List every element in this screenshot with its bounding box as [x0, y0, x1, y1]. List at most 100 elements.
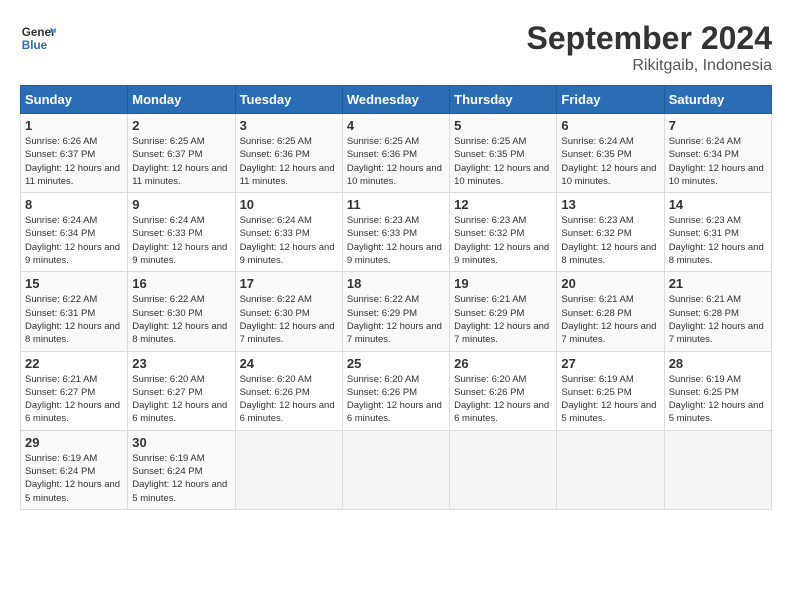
calendar-week-row: 8 Sunrise: 6:24 AM Sunset: 6:34 PM Dayli… — [21, 193, 772, 272]
calendar-day-cell — [342, 430, 449, 509]
day-info: Sunrise: 6:21 AM Sunset: 6:28 PM Dayligh… — [669, 293, 767, 346]
day-info: Sunrise: 6:24 AM Sunset: 6:34 PM Dayligh… — [669, 135, 767, 188]
location-title: Rikitgaib, Indonesia — [527, 57, 772, 75]
day-info: Sunrise: 6:19 AM Sunset: 6:25 PM Dayligh… — [561, 373, 659, 426]
day-number: 7 — [669, 118, 767, 133]
day-number: 15 — [25, 276, 123, 291]
calendar-day-cell: 12 Sunrise: 6:23 AM Sunset: 6:32 PM Dayl… — [450, 193, 557, 272]
day-info: Sunrise: 6:26 AM Sunset: 6:37 PM Dayligh… — [25, 135, 123, 188]
day-number: 24 — [240, 356, 338, 371]
day-info: Sunrise: 6:22 AM Sunset: 6:29 PM Dayligh… — [347, 293, 445, 346]
calendar-day-cell: 6 Sunrise: 6:24 AM Sunset: 6:35 PM Dayli… — [557, 114, 664, 193]
day-info: Sunrise: 6:25 AM Sunset: 6:35 PM Dayligh… — [454, 135, 552, 188]
day-number: 29 — [25, 435, 123, 450]
header-sunday: Sunday — [21, 86, 128, 114]
day-number: 25 — [347, 356, 445, 371]
calendar-week-row: 1 Sunrise: 6:26 AM Sunset: 6:37 PM Dayli… — [21, 114, 772, 193]
day-number: 21 — [669, 276, 767, 291]
day-info: Sunrise: 6:20 AM Sunset: 6:26 PM Dayligh… — [454, 373, 552, 426]
calendar-day-cell: 18 Sunrise: 6:22 AM Sunset: 6:29 PM Dayl… — [342, 272, 449, 351]
day-number: 12 — [454, 197, 552, 212]
calendar-day-cell: 23 Sunrise: 6:20 AM Sunset: 6:27 PM Dayl… — [128, 351, 235, 430]
calendar-day-cell — [450, 430, 557, 509]
day-number: 11 — [347, 197, 445, 212]
day-number: 28 — [669, 356, 767, 371]
calendar-day-cell: 10 Sunrise: 6:24 AM Sunset: 6:33 PM Dayl… — [235, 193, 342, 272]
day-info: Sunrise: 6:19 AM Sunset: 6:24 PM Dayligh… — [25, 452, 123, 505]
day-info: Sunrise: 6:20 AM Sunset: 6:26 PM Dayligh… — [240, 373, 338, 426]
calendar-week-row: 29 Sunrise: 6:19 AM Sunset: 6:24 PM Dayl… — [21, 430, 772, 509]
calendar-day-cell: 15 Sunrise: 6:22 AM Sunset: 6:31 PM Dayl… — [21, 272, 128, 351]
day-number: 30 — [132, 435, 230, 450]
calendar-day-cell — [235, 430, 342, 509]
logo: General Blue — [20, 20, 56, 56]
day-number: 5 — [454, 118, 552, 133]
day-number: 19 — [454, 276, 552, 291]
calendar-day-cell: 14 Sunrise: 6:23 AM Sunset: 6:31 PM Dayl… — [664, 193, 771, 272]
day-info: Sunrise: 6:23 AM Sunset: 6:31 PM Dayligh… — [669, 214, 767, 267]
calendar-day-cell: 1 Sunrise: 6:26 AM Sunset: 6:37 PM Dayli… — [21, 114, 128, 193]
calendar-day-cell: 28 Sunrise: 6:19 AM Sunset: 6:25 PM Dayl… — [664, 351, 771, 430]
calendar-day-cell: 25 Sunrise: 6:20 AM Sunset: 6:26 PM Dayl… — [342, 351, 449, 430]
day-info: Sunrise: 6:23 AM Sunset: 6:33 PM Dayligh… — [347, 214, 445, 267]
day-info: Sunrise: 6:22 AM Sunset: 6:30 PM Dayligh… — [240, 293, 338, 346]
day-number: 16 — [132, 276, 230, 291]
day-info: Sunrise: 6:23 AM Sunset: 6:32 PM Dayligh… — [454, 214, 552, 267]
calendar-day-cell — [557, 430, 664, 509]
day-number: 4 — [347, 118, 445, 133]
day-number: 8 — [25, 197, 123, 212]
day-number: 23 — [132, 356, 230, 371]
day-number: 26 — [454, 356, 552, 371]
header: General Blue September 2024 Rikitgaib, I… — [20, 20, 772, 75]
calendar-day-cell: 21 Sunrise: 6:21 AM Sunset: 6:28 PM Dayl… — [664, 272, 771, 351]
header-tuesday: Tuesday — [235, 86, 342, 114]
day-info: Sunrise: 6:24 AM Sunset: 6:33 PM Dayligh… — [240, 214, 338, 267]
calendar-day-cell: 9 Sunrise: 6:24 AM Sunset: 6:33 PM Dayli… — [128, 193, 235, 272]
header-thursday: Thursday — [450, 86, 557, 114]
calendar-day-cell — [664, 430, 771, 509]
logo-icon: General Blue — [20, 20, 56, 56]
day-info: Sunrise: 6:22 AM Sunset: 6:30 PM Dayligh… — [132, 293, 230, 346]
header-wednesday: Wednesday — [342, 86, 449, 114]
day-info: Sunrise: 6:20 AM Sunset: 6:27 PM Dayligh… — [132, 373, 230, 426]
day-info: Sunrise: 6:22 AM Sunset: 6:31 PM Dayligh… — [25, 293, 123, 346]
calendar-day-cell: 24 Sunrise: 6:20 AM Sunset: 6:26 PM Dayl… — [235, 351, 342, 430]
day-number: 20 — [561, 276, 659, 291]
day-info: Sunrise: 6:19 AM Sunset: 6:25 PM Dayligh… — [669, 373, 767, 426]
weekday-header-row: Sunday Monday Tuesday Wednesday Thursday… — [21, 86, 772, 114]
calendar-day-cell: 7 Sunrise: 6:24 AM Sunset: 6:34 PM Dayli… — [664, 114, 771, 193]
day-number: 18 — [347, 276, 445, 291]
day-number: 17 — [240, 276, 338, 291]
calendar-day-cell: 20 Sunrise: 6:21 AM Sunset: 6:28 PM Dayl… — [557, 272, 664, 351]
calendar-day-cell: 22 Sunrise: 6:21 AM Sunset: 6:27 PM Dayl… — [21, 351, 128, 430]
day-info: Sunrise: 6:21 AM Sunset: 6:29 PM Dayligh… — [454, 293, 552, 346]
calendar-day-cell: 17 Sunrise: 6:22 AM Sunset: 6:30 PM Dayl… — [235, 272, 342, 351]
calendar-day-cell: 26 Sunrise: 6:20 AM Sunset: 6:26 PM Dayl… — [450, 351, 557, 430]
day-info: Sunrise: 6:24 AM Sunset: 6:34 PM Dayligh… — [25, 214, 123, 267]
day-number: 13 — [561, 197, 659, 212]
calendar-week-row: 22 Sunrise: 6:21 AM Sunset: 6:27 PM Dayl… — [21, 351, 772, 430]
day-number: 2 — [132, 118, 230, 133]
month-title: September 2024 — [527, 20, 772, 57]
day-number: 10 — [240, 197, 338, 212]
calendar-day-cell: 2 Sunrise: 6:25 AM Sunset: 6:37 PM Dayli… — [128, 114, 235, 193]
day-info: Sunrise: 6:21 AM Sunset: 6:28 PM Dayligh… — [561, 293, 659, 346]
day-info: Sunrise: 6:25 AM Sunset: 6:36 PM Dayligh… — [347, 135, 445, 188]
calendar-day-cell: 29 Sunrise: 6:19 AM Sunset: 6:24 PM Dayl… — [21, 430, 128, 509]
day-number: 9 — [132, 197, 230, 212]
calendar-day-cell: 13 Sunrise: 6:23 AM Sunset: 6:32 PM Dayl… — [557, 193, 664, 272]
day-number: 14 — [669, 197, 767, 212]
calendar-day-cell: 8 Sunrise: 6:24 AM Sunset: 6:34 PM Dayli… — [21, 193, 128, 272]
calendar-week-row: 15 Sunrise: 6:22 AM Sunset: 6:31 PM Dayl… — [21, 272, 772, 351]
day-number: 1 — [25, 118, 123, 133]
day-number: 6 — [561, 118, 659, 133]
svg-text:Blue: Blue — [22, 39, 48, 52]
day-number: 3 — [240, 118, 338, 133]
day-info: Sunrise: 6:24 AM Sunset: 6:35 PM Dayligh… — [561, 135, 659, 188]
calendar-day-cell: 16 Sunrise: 6:22 AM Sunset: 6:30 PM Dayl… — [128, 272, 235, 351]
title-area: September 2024 Rikitgaib, Indonesia — [527, 20, 772, 75]
day-info: Sunrise: 6:25 AM Sunset: 6:37 PM Dayligh… — [132, 135, 230, 188]
calendar-day-cell: 3 Sunrise: 6:25 AM Sunset: 6:36 PM Dayli… — [235, 114, 342, 193]
day-info: Sunrise: 6:25 AM Sunset: 6:36 PM Dayligh… — [240, 135, 338, 188]
calendar-day-cell: 27 Sunrise: 6:19 AM Sunset: 6:25 PM Dayl… — [557, 351, 664, 430]
